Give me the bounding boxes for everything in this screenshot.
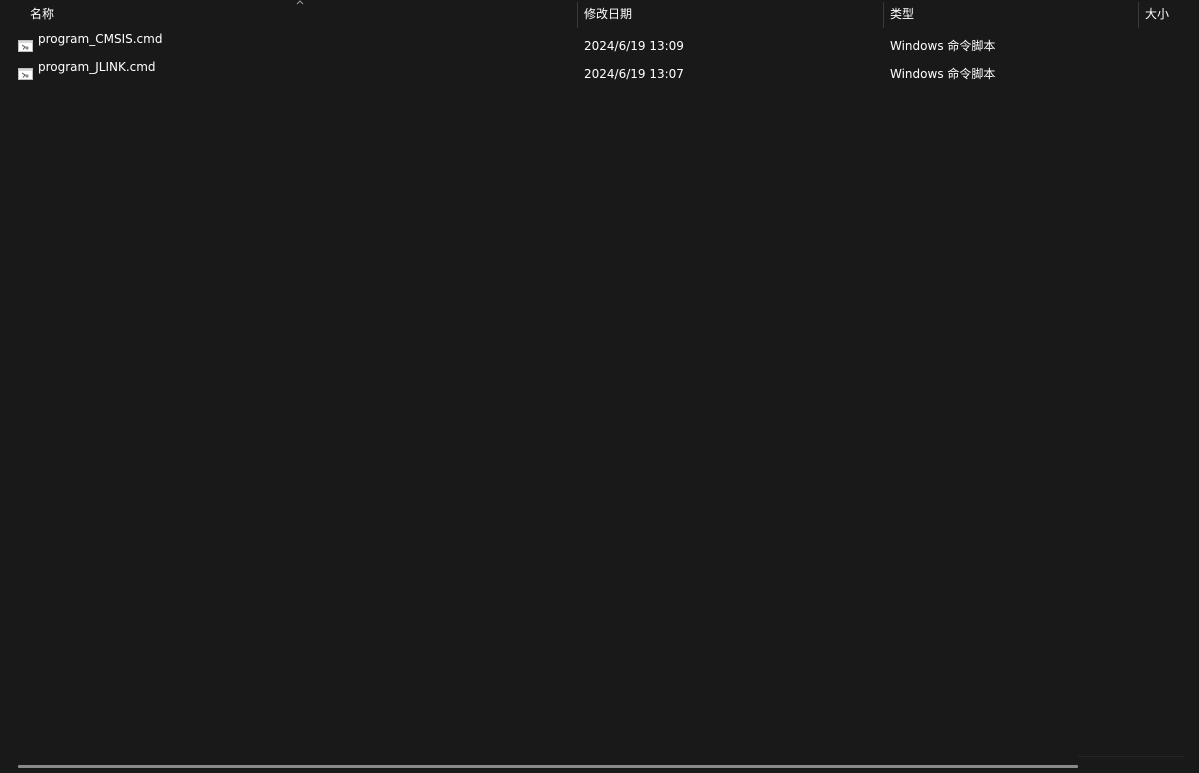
file-name: program_JLINK.cmd xyxy=(38,60,156,74)
file-type: Windows 命令脚本 xyxy=(890,39,996,53)
cmd-file-icon xyxy=(18,40,33,52)
scrollbar-edge xyxy=(1078,756,1184,757)
column-header-name-label: 名称 xyxy=(30,7,55,21)
file-date-modified: 2024/6/19 13:09 xyxy=(584,39,684,53)
column-header-date-label: 修改日期 xyxy=(584,7,633,21)
file-row[interactable]: program_JLINK.cmd 2024/6/19 13:07 Window… xyxy=(0,60,1199,88)
file-explorer-details-view: 名称 修改日期 类型 大小 program_CMSIS.cmd 2024/6/1… xyxy=(0,0,1199,773)
file-list: program_CMSIS.cmd 2024/6/19 13:09 Window… xyxy=(0,32,1199,88)
column-header-row: 名称 修改日期 类型 大小 xyxy=(0,0,1199,29)
file-type: Windows 命令脚本 xyxy=(890,67,996,81)
column-header-size-label: 大小 xyxy=(1145,7,1170,21)
column-header-size[interactable]: 大小 xyxy=(1139,0,1199,29)
chevron-up-icon xyxy=(296,0,304,5)
column-header-type-label: 类型 xyxy=(890,7,915,21)
column-header-date-modified[interactable]: 修改日期 xyxy=(578,0,883,29)
column-header-type[interactable]: 类型 xyxy=(884,0,1138,29)
cmd-file-icon xyxy=(18,68,33,80)
file-name: program_CMSIS.cmd xyxy=(38,32,163,46)
column-header-name[interactable]: 名称 xyxy=(0,0,577,29)
horizontal-scrollbar[interactable] xyxy=(18,765,1078,768)
file-date-modified: 2024/6/19 13:07 xyxy=(584,67,684,81)
file-row[interactable]: program_CMSIS.cmd 2024/6/19 13:09 Window… xyxy=(0,32,1199,60)
